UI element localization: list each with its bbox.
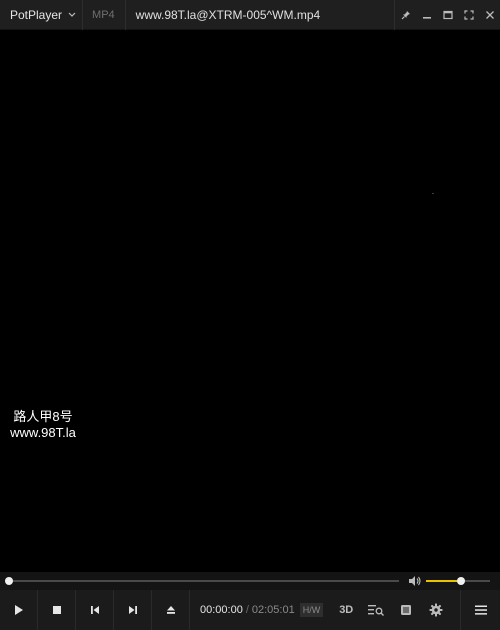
decoder-badge[interactable]: H/W [299, 603, 324, 617]
title-bar: PotPlayer MP4 www.98T.la@XTRM-005^WM.mp4 [0, 0, 500, 30]
window-controls [394, 0, 500, 30]
settings-button[interactable] [421, 590, 451, 630]
seek-thumb[interactable] [5, 577, 13, 585]
video-search-button[interactable] [361, 590, 391, 630]
playlist-button[interactable] [391, 590, 421, 630]
pin-button[interactable] [395, 0, 416, 30]
close-icon [485, 10, 494, 19]
app-name: PotPlayer [10, 7, 63, 22]
watermark-line1: 路人甲8号 [13, 409, 73, 424]
time-separator: / [245, 604, 249, 616]
total-time: 02:05:01 [251, 604, 295, 616]
current-time: 00:00:00 [200, 604, 243, 616]
eject-button[interactable] [152, 590, 190, 630]
fullscreen-icon [463, 9, 474, 20]
volume-thumb[interactable] [457, 577, 466, 585]
fullscreen-button[interactable] [458, 0, 479, 30]
menu-button[interactable] [460, 590, 500, 630]
control-bar: 00:00:00 / 02:05:01 H/W 3D [0, 590, 500, 630]
watermark: 路人甲8号 www.98T.la [4, 409, 82, 441]
seek-bar[interactable] [9, 580, 399, 582]
maximize-button[interactable] [437, 0, 458, 30]
stop-icon [52, 606, 61, 614]
app-menu-button[interactable]: PotPlayer [0, 0, 82, 30]
close-button[interactable] [479, 0, 500, 30]
time-display[interactable]: 00:00:00 / 02:05:01 H/W [190, 590, 324, 630]
stop-button[interactable] [38, 590, 76, 630]
video-viewport[interactable]: 路人甲8号 www.98T.la [0, 31, 500, 572]
playlist-icon [401, 605, 412, 615]
next-icon [128, 606, 137, 614]
3d-button[interactable]: 3D [331, 590, 361, 630]
3d-icon: 3D [339, 604, 354, 616]
video-speck [432, 193, 434, 194]
eject-icon [166, 606, 175, 614]
seek-row [0, 572, 500, 590]
previous-button[interactable] [76, 590, 114, 630]
menu-icon [474, 605, 487, 615]
video-search-icon [368, 605, 385, 616]
previous-icon [90, 606, 99, 614]
format-label: MP4 [92, 8, 115, 21]
maximize-icon [442, 10, 453, 19]
chevron-down-icon [68, 12, 76, 17]
pin-icon [401, 10, 410, 19]
file-title: www.98T.la@XTRM-005^WM.mp4 [135, 7, 321, 22]
settings-icon [429, 603, 443, 617]
watermark-line2: www.98T.la [10, 425, 76, 440]
minimize-button[interactable] [416, 0, 437, 30]
play-icon [14, 605, 23, 615]
next-button[interactable] [114, 590, 152, 630]
play-button[interactable] [0, 590, 38, 630]
speaker-icon[interactable] [408, 575, 422, 587]
volume-fill [426, 580, 462, 582]
minimize-icon [422, 16, 431, 19]
